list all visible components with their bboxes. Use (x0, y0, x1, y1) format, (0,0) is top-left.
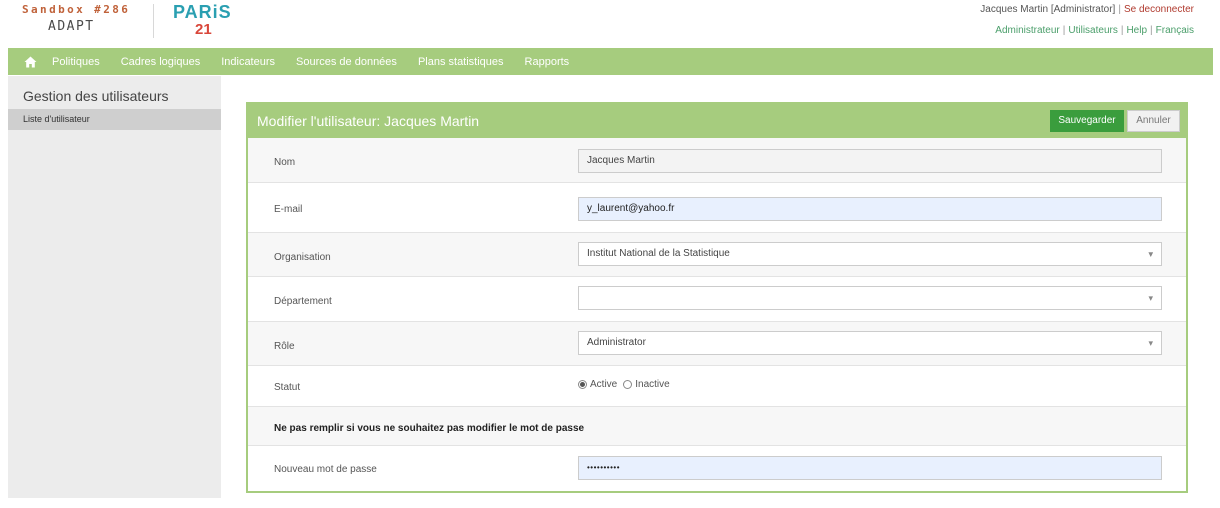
users-link[interactable]: Utilisateurs (1068, 25, 1117, 36)
nav-cadres-logiques[interactable]: Cadres logiques (121, 56, 201, 68)
statut-label: Statut (274, 382, 301, 393)
language-link[interactable]: Français (1156, 25, 1194, 36)
sidebar-title: Gestion des utilisateurs (23, 88, 169, 104)
departement-select[interactable]: ▾ (578, 286, 1162, 310)
cancel-button[interactable]: Annuler (1127, 110, 1180, 132)
form-row-password-note: Ne pas remplir si vous ne souhaitez pas … (248, 407, 1186, 446)
save-button[interactable]: Sauvegarder (1050, 110, 1124, 132)
chevron-down-icon: ▾ (1148, 293, 1153, 303)
sidebar: Gestion des utilisateurs Liste d'utilisa… (8, 76, 221, 498)
departement-label: Département (274, 296, 332, 307)
app-header: Sandbox #286 ADAPT PARiS 21 Jacques Mart… (0, 0, 1220, 44)
form-row-role: Rôle Administrator ▾ (248, 322, 1186, 366)
radio-inactive[interactable] (623, 380, 633, 389)
role-value: Administrator (587, 337, 646, 348)
password-note: Ne pas remplir si vous ne souhaitez pas … (274, 423, 585, 434)
statut-radio-group: Active Inactive (578, 379, 670, 390)
form-row-email: E-mail y_laurent@yahoo.fr (248, 183, 1186, 233)
panel-header: Modifier l'utilisateur: Jacques Martin S… (248, 104, 1186, 138)
chevron-down-icon: ▾ (1148, 249, 1153, 259)
paris21-logo-number: 21 (195, 21, 212, 38)
logo-divider (153, 4, 154, 38)
organisation-value: Institut National de la Statistique (587, 248, 730, 259)
radio-active-label: Active (590, 379, 618, 390)
chevron-down-icon: ▾ (1148, 338, 1153, 348)
password-label: Nouveau mot de passe (274, 464, 377, 475)
nom-label: Nom (274, 157, 296, 168)
nav-politiques[interactable]: Politiques (52, 56, 100, 68)
organisation-label: Organisation (274, 252, 331, 263)
nav-indicateurs[interactable]: Indicateurs (221, 56, 275, 68)
nav-rapports[interactable]: Rapports (525, 56, 570, 68)
home-icon (24, 56, 36, 67)
logout-link[interactable]: Se deconnecter (1124, 4, 1194, 15)
radio-active[interactable] (578, 380, 587, 389)
panel-title: Modifier l'utilisateur: Jacques Martin (257, 113, 480, 129)
password-field[interactable]: •••••••••• (578, 456, 1162, 480)
edit-user-panel: Modifier l'utilisateur: Jacques Martin S… (246, 102, 1188, 493)
nom-field[interactable]: Jacques Martin (578, 149, 1162, 173)
form-row-statut: Statut Active Inactive (248, 366, 1186, 407)
sandbox-label: Sandbox #286 (22, 3, 131, 16)
main-nav: Politiques Cadres logiques Indicateurs S… (8, 48, 1213, 75)
sidebar-item-user-list[interactable]: Liste d'utilisateur (8, 109, 221, 130)
admin-link[interactable]: Administrateur (995, 25, 1059, 36)
user-menu: Jacques Martin [Administrator] | Se deconn… (980, 4, 1194, 36)
role-label: Rôle (274, 341, 295, 352)
nav-sources-de-donnees[interactable]: Sources de données (296, 56, 397, 68)
adapt-logo[interactable]: ADAPT (48, 19, 95, 34)
role-select[interactable]: Administrator ▾ (578, 331, 1162, 355)
current-user: Jacques Martin [Administrator] (980, 4, 1116, 15)
email-field[interactable]: y_laurent@yahoo.fr (578, 197, 1162, 221)
form-row-nom: Nom Jacques Martin (248, 138, 1186, 183)
form-row-password: Nouveau mot de passe •••••••••• (248, 446, 1186, 491)
paris21-logo: PARiS (173, 2, 232, 22)
organisation-select[interactable]: Institut National de la Statistique ▾ (578, 242, 1162, 266)
radio-inactive-label: Inactive (635, 379, 670, 390)
nav-plans-statistiques[interactable]: Plans statistiques (418, 56, 504, 68)
nav-home[interactable] (8, 48, 52, 75)
email-label: E-mail (274, 204, 303, 215)
form-row-organisation: Organisation Institut National de la Sta… (248, 233, 1186, 277)
form-row-departement: Département ▾ (248, 277, 1186, 322)
help-link[interactable]: Help (1126, 25, 1147, 36)
